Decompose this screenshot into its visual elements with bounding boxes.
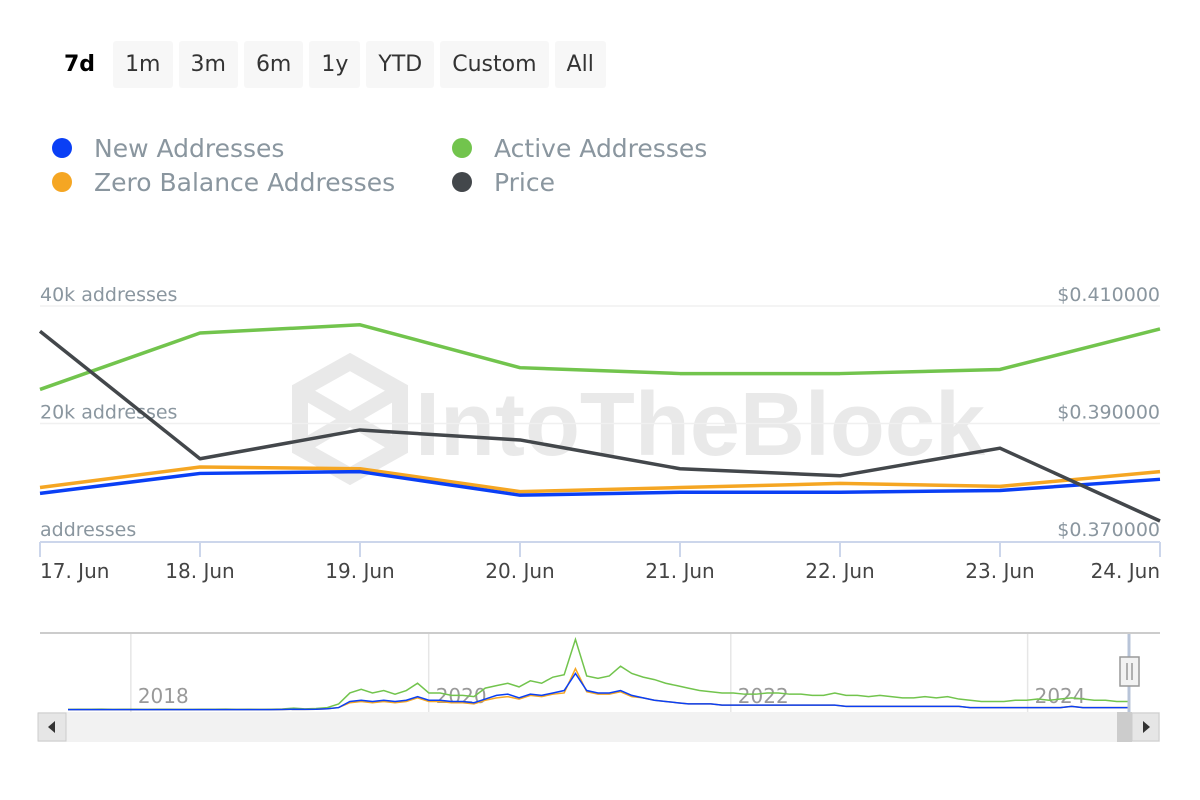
scroll-right-button[interactable] [1131,712,1160,742]
chart-area: IntoTheBlock addresses 20k addresses 40k a… [37,284,1161,742]
handle-body[interactable] [1119,656,1140,687]
x-axis-tick-label: 20. Jun [485,559,554,583]
left-axis-tick-label: 20k addresses [40,402,177,424]
navigator-series-active-addresses [67,636,1128,711]
series-line-new-addresses[interactable] [39,469,1161,497]
navigator-year-label: 2024 [1035,684,1086,708]
scroll-left-button[interactable] [37,712,67,742]
navigator-scrollbar[interactable] [37,712,1160,742]
right-axis-tick-label: $0.370000 [1057,519,1160,541]
navigator[interactable]: 2018 2020 2022 2024 [37,632,1160,742]
scrollbar-thumb[interactable] [1117,712,1132,742]
x-axis-tick-label: 24. Jun [1091,559,1160,583]
right-axis-tick-label: $0.390000 [1057,402,1160,424]
x-axis-tick-label: 22. Jun [805,559,874,583]
left-axis-tick-label: 40k addresses [40,284,177,306]
x-axis-tick-label: 17. Jun [40,559,109,583]
x-axis-tick-label: 19. Jun [325,559,394,583]
x-axis: 17. Jun 18. Jun 19. Jun 20. Jun 21. Jun 22. J… [39,541,1161,583]
watermark-logo-icon [292,352,408,486]
scrollbar-track[interactable] [38,712,1160,742]
navigator-handle[interactable] [1119,656,1140,687]
x-axis-tick-label: 23. Jun [965,559,1034,583]
right-axis-tick-label: $0.410000 [1057,284,1160,306]
watermark: IntoTheBlock [292,352,986,486]
navigator-year-label: 2018 [138,684,189,708]
x-axis-tick-label: 21. Jun [645,559,714,583]
left-axis-tick-label: addresses [40,519,136,541]
navigator-series-zero-balance-addresses [68,666,1128,711]
x-axis-tick-label: 18. Jun [165,559,234,583]
left-axis: addresses 20k addresses 40k addresses [40,284,177,541]
right-axis: $0.370000 $0.390000 $0.410000 [1057,284,1160,541]
watermark-text: IntoTheBlock [415,375,986,475]
